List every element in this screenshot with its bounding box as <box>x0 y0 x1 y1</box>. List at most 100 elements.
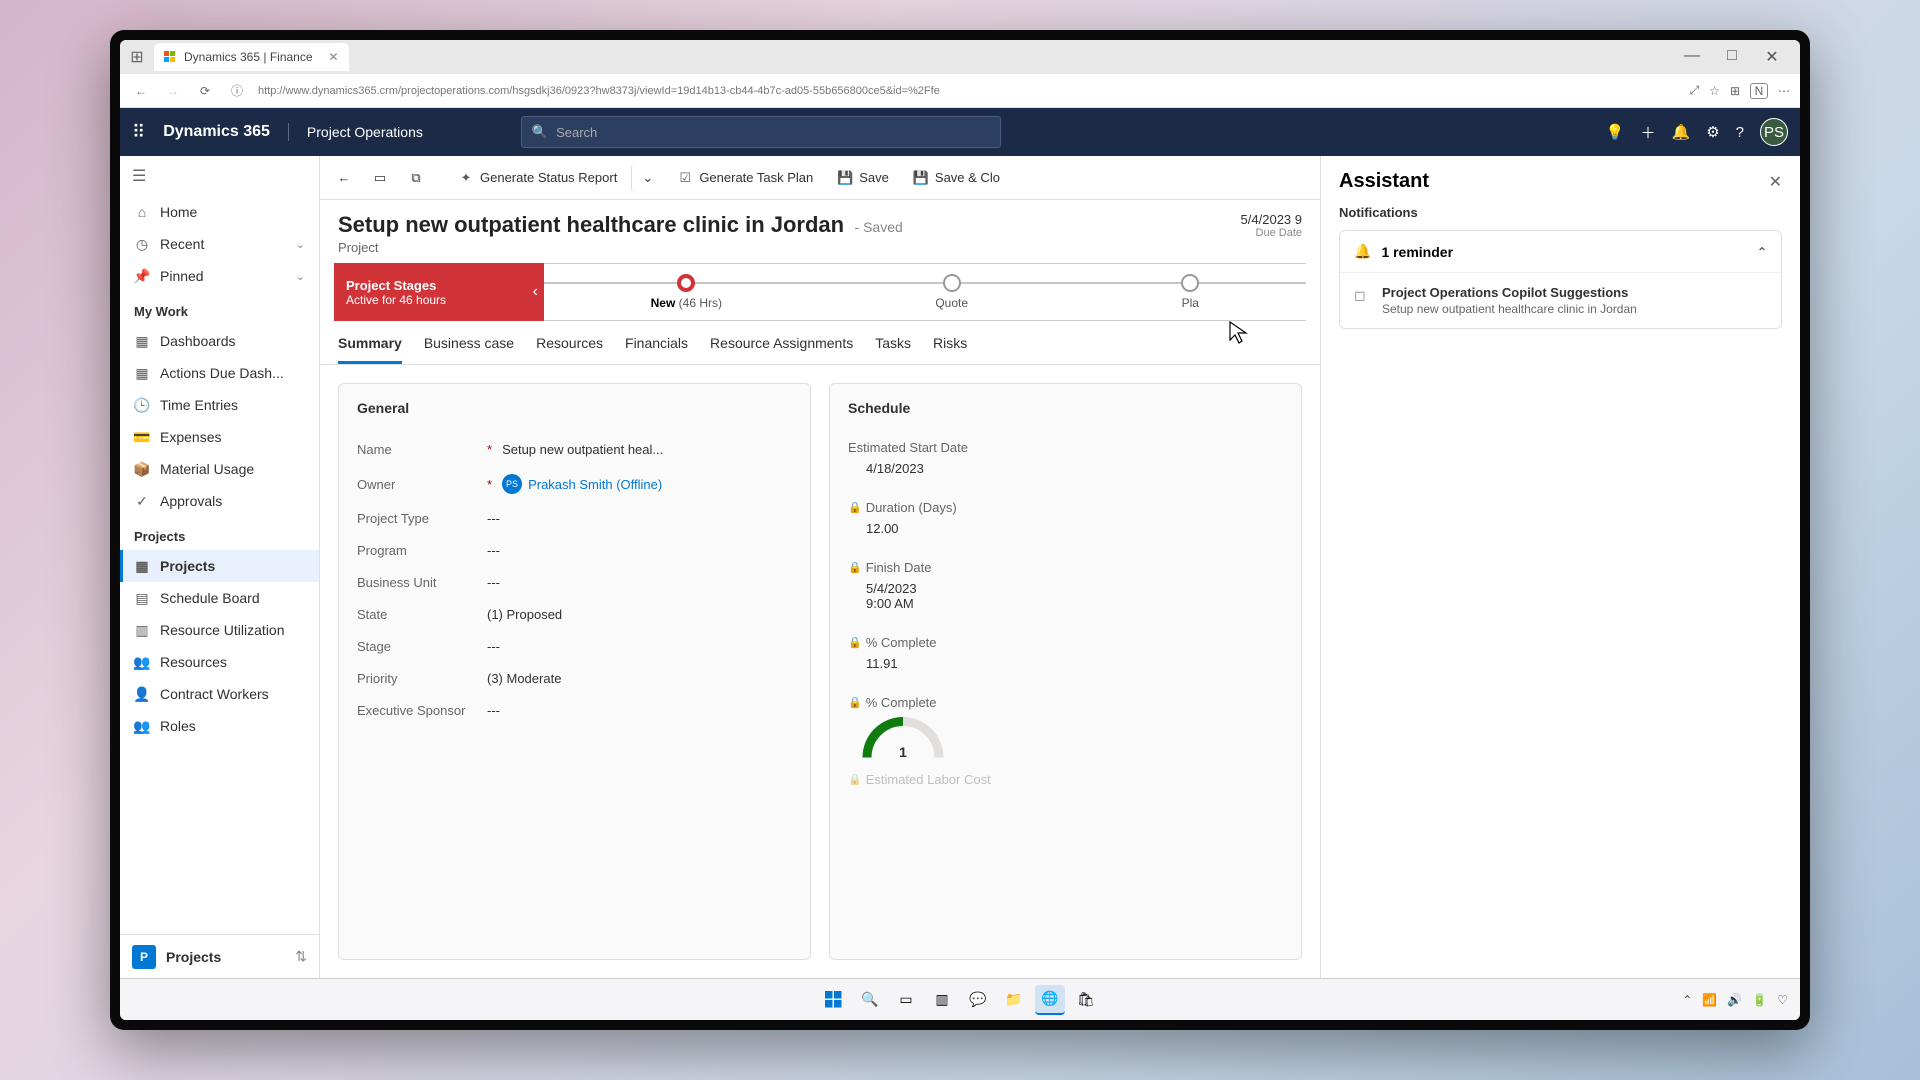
sidebar-item-resources[interactable]: 👥Resources <box>120 646 319 678</box>
zoom-icon[interactable]: ⤢ <box>1690 83 1700 98</box>
generate-report-dropdown[interactable]: ⌄ <box>631 164 663 192</box>
window-minimize-icon[interactable]: — <box>1680 47 1704 67</box>
sidebar-item-pinned[interactable]: 📌Pinned⌄ <box>120 260 319 292</box>
tab-financials[interactable]: Financials <box>625 335 688 364</box>
save-close-button[interactable]: 💾Save & Clo <box>903 164 1010 192</box>
battery-icon[interactable]: 🔋 <box>1752 993 1767 1007</box>
tab-close-icon[interactable]: ✕ <box>329 50 339 64</box>
tab-tasks[interactable]: Tasks <box>875 335 911 364</box>
sidebar-item-dashboards[interactable]: ▦Dashboards <box>120 325 319 357</box>
field-name[interactable]: Name*Setup new outpatient heal... <box>357 434 792 466</box>
system-tray[interactable]: ⌃ 📶 🔊 🔋 ♡ <box>1682 993 1788 1007</box>
projects-icon: ▦ <box>134 558 150 574</box>
generate-task-plan-button[interactable]: ☑Generate Task Plan <box>667 164 823 192</box>
app-launcher-icon[interactable]: ⠿ <box>132 122 145 143</box>
sidebar-item-recent[interactable]: ◷Recent⌄ <box>120 228 319 260</box>
window-maximize-icon[interactable]: □ <box>1720 47 1744 67</box>
back-button[interactable]: ← <box>328 164 360 191</box>
taskbar-edge-icon[interactable]: 🌐 <box>1035 985 1065 1015</box>
sidebar-item-resource-utilization[interactable]: ▥Resource Utilization <box>120 614 319 646</box>
field-executive-sponsor[interactable]: Executive Sponsor--- <box>357 695 792 727</box>
sidebar-item-approvals[interactable]: ✓Approvals <box>120 485 319 517</box>
taskbar-taskview-icon[interactable]: ▭ <box>891 985 921 1015</box>
suggestion-icon: ◻ <box>1354 285 1372 316</box>
sidebar-item-contract-workers[interactable]: 👤Contract Workers <box>120 678 319 710</box>
assistant-close-icon[interactable]: ✕ <box>1769 172 1782 192</box>
help-icon[interactable]: ? <box>1736 124 1744 141</box>
open-new-window-icon[interactable]: ⧉ <box>400 164 432 192</box>
taskbar-widgets-icon[interactable]: ▥ <box>927 985 957 1015</box>
sidebar-item-time-entries[interactable]: 🕒Time Entries <box>120 389 319 421</box>
general-section: General Name*Setup new outpatient heal..… <box>338 383 811 960</box>
bpf-stage-quote[interactable]: Quote <box>935 274 968 310</box>
open-record-set-icon[interactable]: ▭ <box>364 164 396 192</box>
global-search-input[interactable]: 🔍 Search <box>521 116 1001 148</box>
favorite-icon[interactable]: ☆ <box>1709 84 1720 98</box>
field-stage[interactable]: Stage--- <box>357 631 792 663</box>
board-icon: ▤ <box>134 590 150 606</box>
record-header: Setup new outpatient healthcare clinic i… <box>320 200 1320 255</box>
field-owner[interactable]: Owner*PSPrakash Smith (Offline) <box>357 466 792 503</box>
field-business-unit[interactable]: Business Unit--- <box>357 567 792 599</box>
settings-icon[interactable]: ⚙ <box>1706 123 1719 141</box>
tab-summary[interactable]: Summary <box>338 335 402 364</box>
sidebar-item-material-usage[interactable]: 📦Material Usage <box>120 453 319 485</box>
sidebar-item-expenses[interactable]: 💳Expenses <box>120 421 319 453</box>
tab-resource-assignments[interactable]: Resource Assignments <box>710 335 853 364</box>
wifi-icon[interactable]: 📶 <box>1702 993 1717 1007</box>
taskbar-teams-icon[interactable]: 💬 <box>963 985 993 1015</box>
taskbar-explorer-icon[interactable]: 📁 <box>999 985 1029 1015</box>
tray-chevron-icon[interactable]: ⌃ <box>1682 993 1692 1007</box>
reminder-header[interactable]: 🔔 1 reminder ⌃ <box>1340 231 1781 273</box>
notifications-icon[interactable]: 🔔 <box>1672 123 1691 141</box>
tab-resources[interactable]: Resources <box>536 335 603 364</box>
generate-status-report-button[interactable]: ✦Generate Status Report <box>448 164 627 192</box>
volume-icon[interactable]: 🔊 <box>1727 993 1742 1007</box>
save-button[interactable]: 💾Save <box>827 164 899 192</box>
sidebar-area-switcher[interactable]: P Projects ⇅ <box>120 934 319 978</box>
approval-icon: ✓ <box>134 493 150 509</box>
site-info-icon[interactable]: ⓘ <box>226 82 248 99</box>
bpf-stage-new[interactable]: New (46 Hrs) <box>651 274 722 310</box>
nav-refresh-icon[interactable]: ⟳ <box>194 84 216 98</box>
browser-tab[interactable]: Dynamics 365 | Finance ✕ <box>154 43 349 71</box>
extensions-icon[interactable]: ⊞ <box>1730 84 1740 98</box>
sidebar-item-actions-due[interactable]: ▦Actions Due Dash... <box>120 357 319 389</box>
add-icon[interactable]: ＋ <box>1641 122 1656 143</box>
tab-business-case[interactable]: Business case <box>424 335 514 364</box>
assistant-panel: Assistant✕ Notifications 🔔 1 reminder ⌃ … <box>1320 156 1800 978</box>
sidebar-toggle-icon[interactable]: ☰ <box>120 156 319 196</box>
sidebar-section-projects: Projects <box>120 517 319 550</box>
url-text[interactable]: http://www.dynamics365.crm/projectoperat… <box>258 85 1680 97</box>
idea-icon[interactable]: 💡 <box>1606 123 1625 141</box>
chevron-down-icon: ⌄ <box>296 270 305 283</box>
field-program[interactable]: Program--- <box>357 535 792 567</box>
browser-menu-icon[interactable]: ⋯ <box>1778 84 1790 98</box>
tab-actions-icon[interactable]: ⊞ <box>126 47 148 67</box>
window-close-icon[interactable]: ✕ <box>1760 47 1784 67</box>
field-priority[interactable]: Priority(3) Moderate <box>357 663 792 695</box>
chevron-down-icon: ⌄ <box>296 238 305 251</box>
nav-forward-icon[interactable]: → <box>162 84 184 98</box>
sidebar-item-roles[interactable]: 👥Roles <box>120 710 319 742</box>
taskbar-search-icon[interactable]: 🔍 <box>855 985 885 1015</box>
start-button[interactable] <box>819 985 849 1015</box>
sidebar-item-home[interactable]: ⌂Home <box>120 196 319 228</box>
taskbar-store-icon[interactable]: 🛍 <box>1071 985 1101 1015</box>
user-avatar[interactable]: PS <box>1760 118 1788 146</box>
sidebar-item-projects[interactable]: ▦Projects <box>120 550 319 582</box>
nav-back-icon[interactable]: ← <box>130 84 152 98</box>
profile-badge[interactable]: N <box>1750 83 1768 99</box>
field-est-start[interactable]: Estimated Start Date4/18/2023 <box>848 434 1283 494</box>
chevron-updown-icon: ⇅ <box>295 948 307 965</box>
field-state[interactable]: State(1) Proposed <box>357 599 792 631</box>
brand-label[interactable]: Dynamics 365 <box>163 123 289 141</box>
bpf-stage-plan[interactable]: Pla <box>1181 274 1199 310</box>
sidebar-item-schedule-board[interactable]: ▤Schedule Board <box>120 582 319 614</box>
field-project-type[interactable]: Project Type--- <box>357 503 792 535</box>
bpf-collapse-icon[interactable]: ‹ <box>533 283 538 301</box>
bpf-badge[interactable]: Project Stages Active for 46 hours ‹ <box>334 263 544 321</box>
notification-item[interactable]: ◻ Project Operations Copilot Suggestions… <box>1340 273 1781 328</box>
tab-risks[interactable]: Risks <box>933 335 967 364</box>
tray-heart-icon[interactable]: ♡ <box>1777 993 1788 1007</box>
